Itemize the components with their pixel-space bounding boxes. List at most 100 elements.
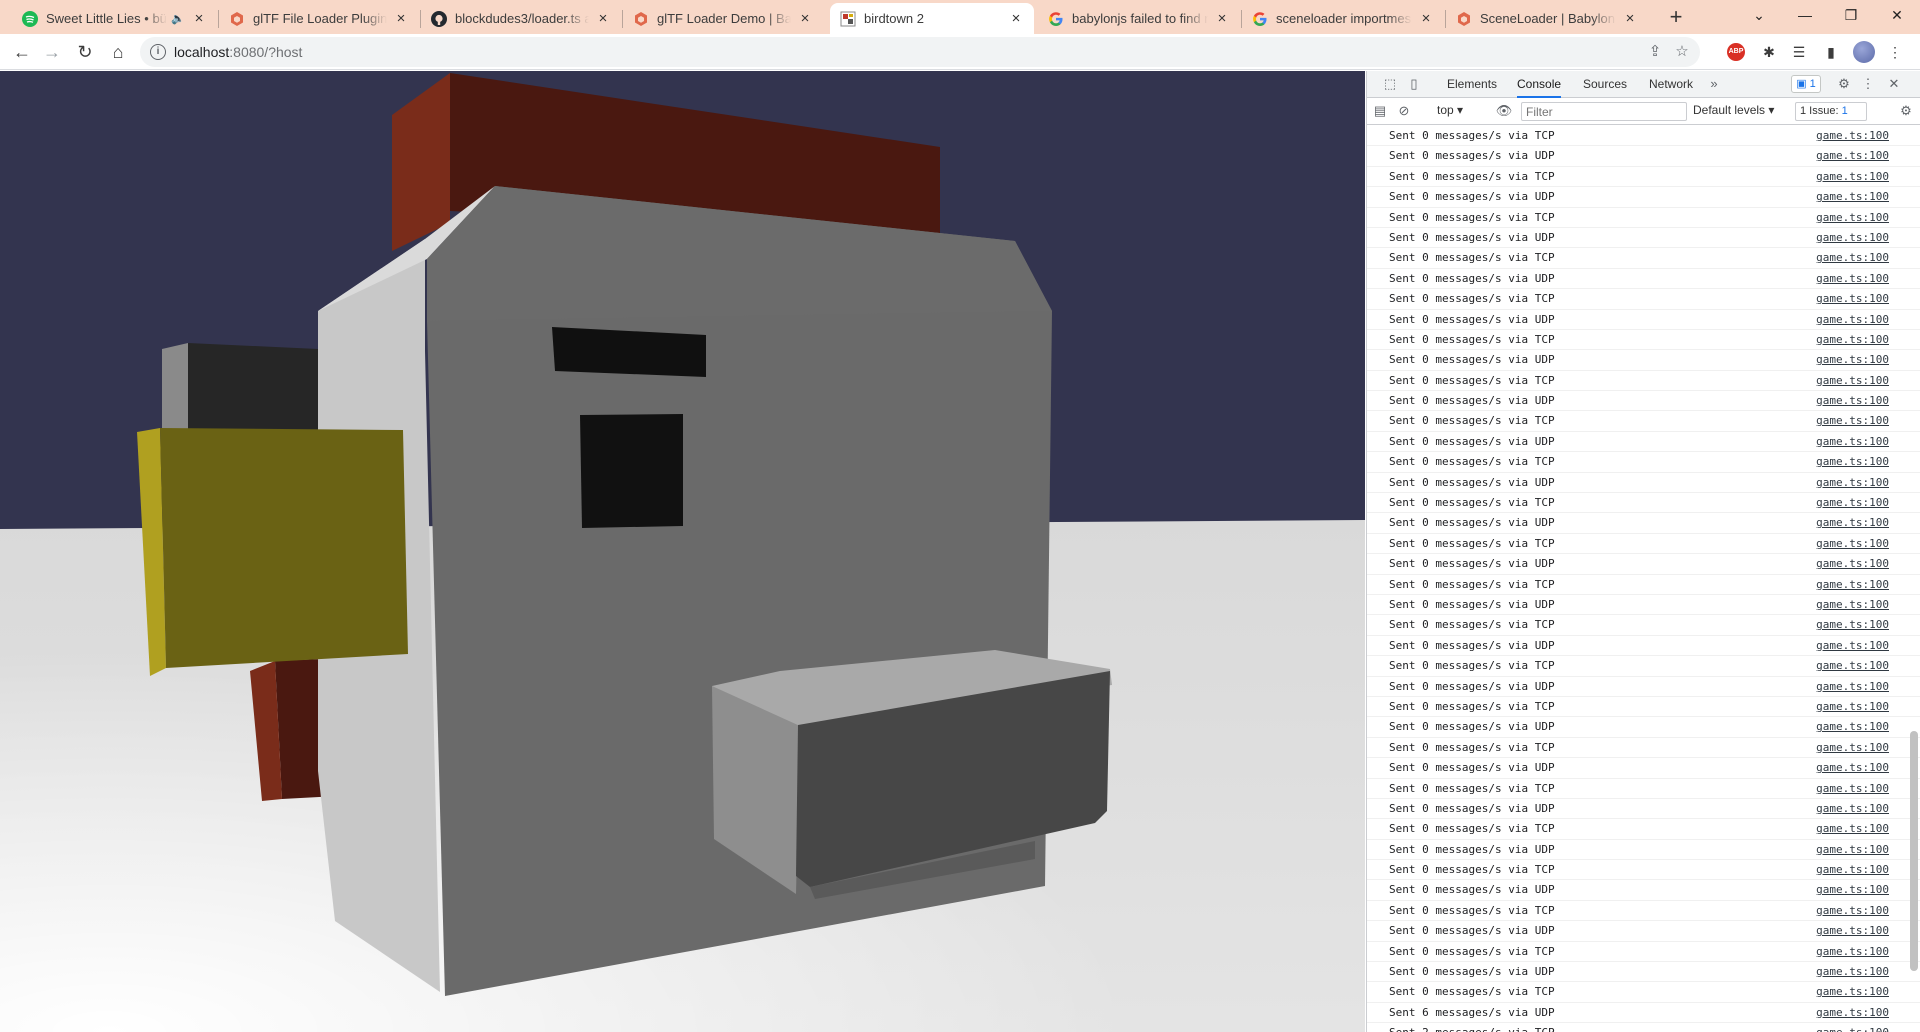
inspect-element-icon[interactable]: ⬚ bbox=[1381, 75, 1399, 93]
console-source-link[interactable]: game.ts:100 bbox=[1816, 149, 1889, 162]
close-devtools-icon[interactable]: ✕ bbox=[1885, 75, 1903, 93]
bookmark-star-icon[interactable]: ☆ bbox=[1672, 42, 1692, 62]
menu-kebab-icon[interactable]: ⋮ bbox=[1884, 41, 1906, 63]
site-info-icon[interactable]: i bbox=[150, 44, 166, 60]
console-source-link[interactable]: game.ts:100 bbox=[1816, 251, 1889, 264]
console-source-link[interactable]: game.ts:100 bbox=[1816, 476, 1889, 489]
console-source-link[interactable]: game.ts:100 bbox=[1816, 680, 1889, 693]
console-source-link[interactable]: game.ts:100 bbox=[1816, 985, 1889, 998]
close-tab-icon[interactable]: × bbox=[1622, 10, 1638, 27]
console-source-link[interactable]: game.ts:100 bbox=[1816, 578, 1889, 591]
context-selector[interactable]: top ▾ bbox=[1437, 103, 1463, 117]
tab-google-sceneloader[interactable]: sceneloader importmesh - Google × bbox=[1242, 3, 1444, 34]
console-source-link[interactable]: game.ts:100 bbox=[1816, 863, 1889, 876]
tab-google-babylon[interactable]: babylonjs failed to find node × bbox=[1038, 3, 1240, 34]
console-source-link[interactable]: game.ts:100 bbox=[1816, 965, 1889, 978]
tab-github-loader[interactable]: blockdudes3/loader.ts at main × bbox=[421, 3, 621, 34]
log-levels-dropdown[interactable]: Default levels ▾ bbox=[1693, 103, 1774, 117]
console-source-link[interactable]: game.ts:100 bbox=[1816, 1006, 1889, 1019]
minimize-button[interactable]: — bbox=[1782, 0, 1828, 30]
console-source-link[interactable]: game.ts:100 bbox=[1816, 272, 1889, 285]
console-output[interactable]: Sent 0 messages/s via TCP game.ts:100 Sent… bbox=[1367, 126, 1920, 1032]
profile-avatar[interactable] bbox=[1853, 41, 1875, 63]
live-expression-eye-icon[interactable]: 👁 bbox=[1495, 102, 1513, 120]
customize-kebab-icon[interactable]: ⋮ bbox=[1859, 75, 1877, 93]
console-source-link[interactable]: game.ts:100 bbox=[1816, 741, 1889, 754]
new-tab-button[interactable]: + bbox=[1662, 4, 1690, 32]
close-tab-icon[interactable]: × bbox=[1418, 10, 1434, 27]
more-tabs-chevron-icon[interactable]: » bbox=[1705, 75, 1723, 93]
console-source-link[interactable]: game.ts:100 bbox=[1816, 211, 1889, 224]
console-filter-input[interactable] bbox=[1521, 102, 1687, 121]
forward-button[interactable]: → bbox=[38, 38, 66, 66]
console-source-link[interactable]: game.ts:100 bbox=[1816, 802, 1889, 815]
tab-console[interactable]: Console bbox=[1517, 71, 1562, 98]
console-source-link[interactable]: game.ts:100 bbox=[1816, 292, 1889, 305]
game-canvas[interactable] bbox=[0, 71, 1365, 1032]
tab-gltf-plugin[interactable]: glTF File Loader Plugin | Babylon × bbox=[219, 3, 419, 34]
console-source-link[interactable]: game.ts:100 bbox=[1816, 843, 1889, 856]
console-source-link[interactable]: game.ts:100 bbox=[1816, 435, 1889, 448]
console-source-link[interactable]: game.ts:100 bbox=[1816, 639, 1889, 652]
close-tab-icon[interactable]: × bbox=[797, 10, 813, 27]
address-bar[interactable]: i localhost:8080/?host ⇪ ☆ bbox=[140, 37, 1700, 67]
tab-gltf-demo[interactable]: glTF Loader Demo | Babylon × bbox=[623, 3, 823, 34]
console-source-link[interactable]: game.ts:100 bbox=[1816, 190, 1889, 203]
issues-button[interactable]: 1 Issue: 1 bbox=[1795, 102, 1867, 121]
console-source-link[interactable]: game.ts:100 bbox=[1816, 129, 1889, 142]
close-tab-icon[interactable]: × bbox=[191, 10, 207, 27]
console-scrollbar[interactable] bbox=[1910, 731, 1918, 971]
mute-icon[interactable]: 🔈 bbox=[171, 12, 185, 25]
console-source-link[interactable]: game.ts:100 bbox=[1816, 720, 1889, 733]
console-source-link[interactable]: game.ts:100 bbox=[1816, 1026, 1889, 1032]
console-source-link[interactable]: game.ts:100 bbox=[1816, 618, 1889, 631]
console-source-link[interactable]: game.ts:100 bbox=[1816, 822, 1889, 835]
home-button[interactable]: ⌂ bbox=[104, 38, 132, 66]
sidebar-toggle-icon[interactable]: ▤ bbox=[1371, 102, 1389, 120]
console-source-link[interactable]: game.ts:100 bbox=[1816, 455, 1889, 468]
console-source-link[interactable]: game.ts:100 bbox=[1816, 883, 1889, 896]
console-source-link[interactable]: game.ts:100 bbox=[1816, 537, 1889, 550]
console-source-link[interactable]: game.ts:100 bbox=[1816, 659, 1889, 672]
console-source-link[interactable]: game.ts:100 bbox=[1816, 414, 1889, 427]
console-settings-gear-icon[interactable]: ⚙ bbox=[1897, 102, 1915, 120]
console-source-link[interactable]: game.ts:100 bbox=[1816, 924, 1889, 937]
console-source-link[interactable]: game.ts:100 bbox=[1816, 761, 1889, 774]
console-source-link[interactable]: game.ts:100 bbox=[1816, 374, 1889, 387]
share-icon[interactable]: ⇪ bbox=[1645, 42, 1665, 62]
side-panel-icon[interactable]: ▮ bbox=[1820, 41, 1842, 63]
tab-sources[interactable]: Sources bbox=[1583, 71, 1627, 98]
adblock-plus-icon[interactable]: ABP bbox=[1727, 43, 1745, 61]
console-source-link[interactable]: game.ts:100 bbox=[1816, 904, 1889, 917]
close-tab-icon[interactable]: × bbox=[1214, 10, 1230, 27]
console-source-link[interactable]: game.ts:100 bbox=[1816, 496, 1889, 509]
console-source-link[interactable]: game.ts:100 bbox=[1816, 231, 1889, 244]
console-source-link[interactable]: game.ts:100 bbox=[1816, 170, 1889, 183]
console-source-link[interactable]: game.ts:100 bbox=[1816, 333, 1889, 346]
restore-button[interactable]: ❐ bbox=[1828, 0, 1874, 30]
tab-elements[interactable]: Elements bbox=[1447, 71, 1497, 98]
back-button[interactable]: ← bbox=[8, 38, 36, 66]
console-source-link[interactable]: game.ts:100 bbox=[1816, 313, 1889, 326]
extensions-puzzle-icon[interactable]: ✱ bbox=[1758, 41, 1780, 63]
url-text[interactable]: localhost:8080/?host bbox=[174, 44, 302, 60]
console-source-link[interactable]: game.ts:100 bbox=[1816, 782, 1889, 795]
close-tab-icon[interactable]: × bbox=[393, 10, 409, 27]
reading-list-icon[interactable]: ☰ bbox=[1788, 41, 1810, 63]
tab-search-button[interactable]: ⌄ bbox=[1736, 0, 1782, 30]
console-source-link[interactable]: game.ts:100 bbox=[1816, 945, 1889, 958]
tab-sceneloader-docs[interactable]: SceneLoader | Babylon.js Docs × bbox=[1446, 3, 1648, 34]
console-source-link[interactable]: game.ts:100 bbox=[1816, 353, 1889, 366]
messages-badge[interactable]: ▣ 1 bbox=[1791, 75, 1821, 93]
console-source-link[interactable]: game.ts:100 bbox=[1816, 598, 1889, 611]
console-source-link[interactable]: game.ts:100 bbox=[1816, 700, 1889, 713]
tab-spotify[interactable]: Sweet Little Lies • bülow 🔈 × bbox=[12, 3, 217, 34]
close-tab-icon[interactable]: × bbox=[1008, 10, 1024, 27]
close-tab-icon[interactable]: × bbox=[595, 10, 611, 27]
tab-birdtown[interactable]: birdtown 2 × bbox=[830, 3, 1034, 34]
console-source-link[interactable]: game.ts:100 bbox=[1816, 516, 1889, 529]
settings-gear-icon[interactable]: ⚙ bbox=[1835, 75, 1853, 93]
clear-console-icon[interactable]: ⊘ bbox=[1395, 102, 1413, 120]
device-toolbar-icon[interactable]: ▯ bbox=[1405, 75, 1423, 93]
console-source-link[interactable]: game.ts:100 bbox=[1816, 394, 1889, 407]
